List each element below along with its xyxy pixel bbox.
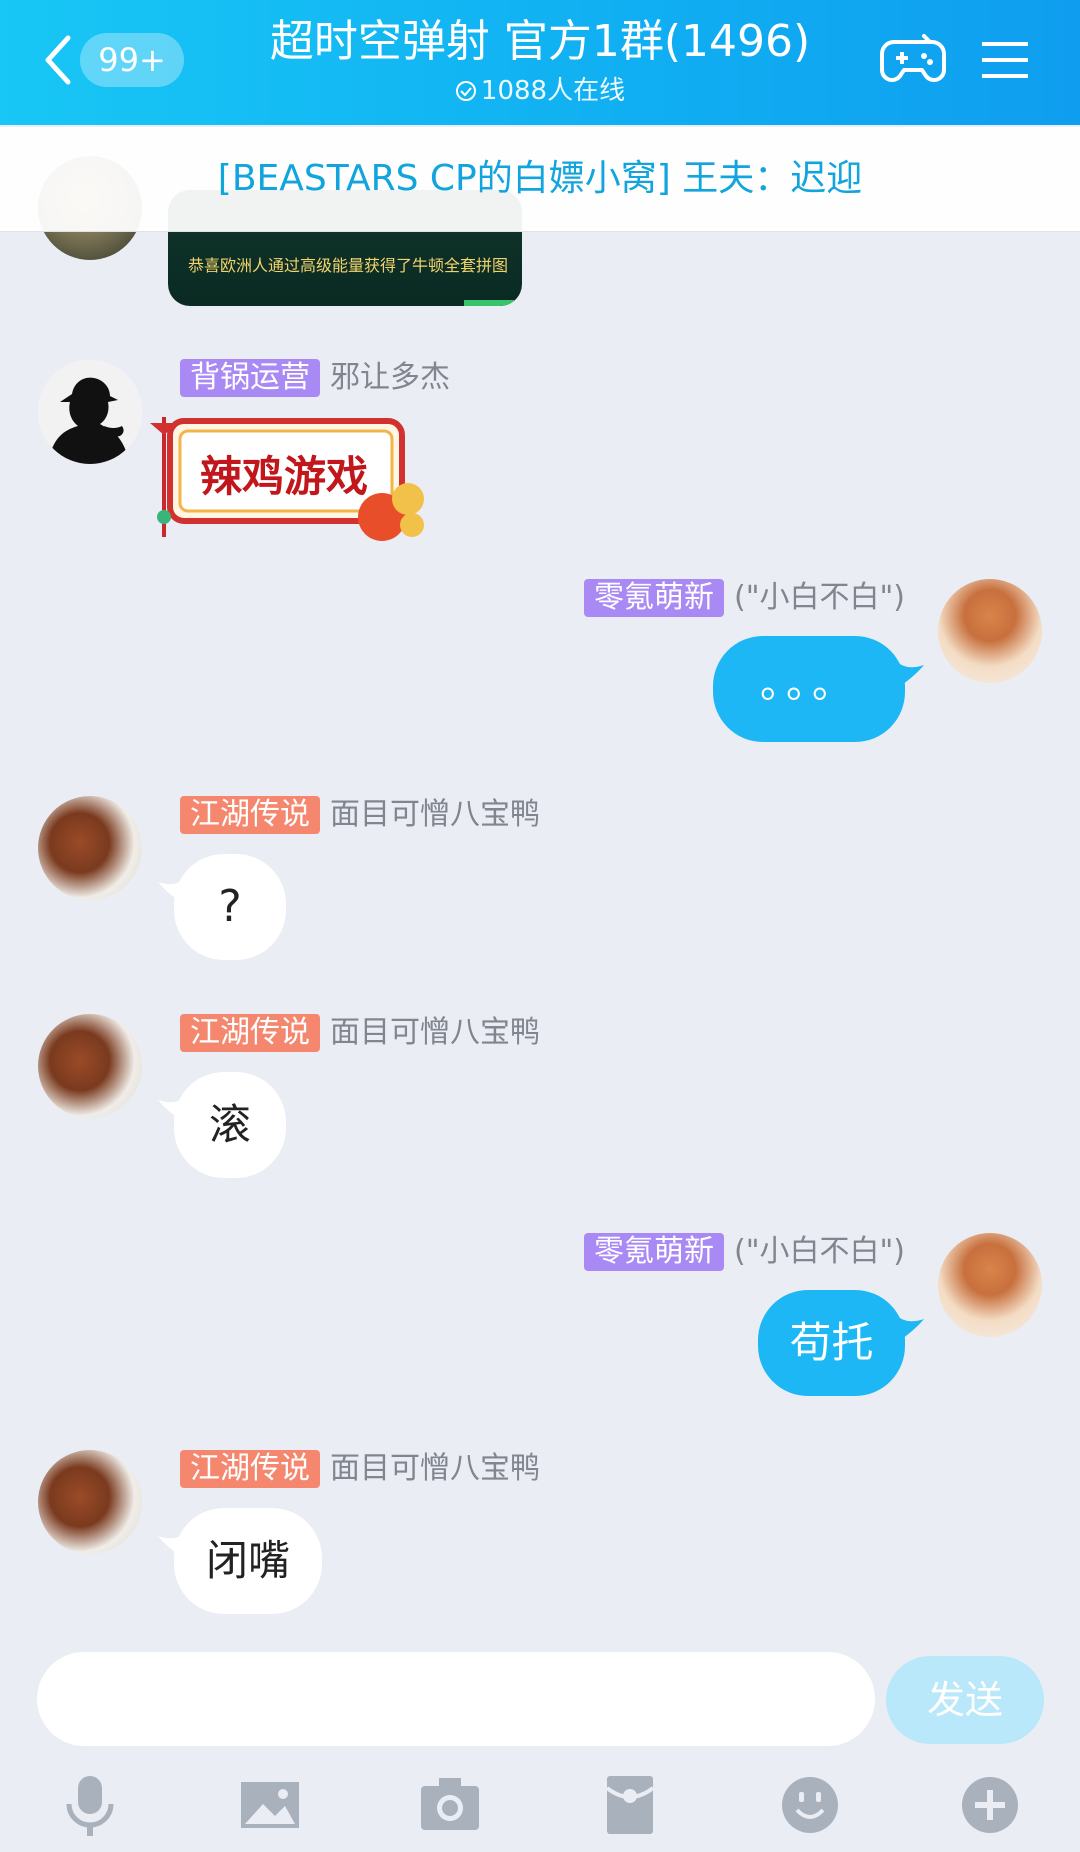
member-tag: 背锅运营 [180,359,320,397]
message-item: 背锅运营 邪让多杰 辣鸡游戏 [0,355,1080,555]
sender-name[interactable]: 邪让多杰 [330,359,450,397]
avatar[interactable] [938,1233,1042,1337]
message-bubble[interactable]: 闭嘴 [174,1508,322,1614]
member-tag: 零氪萌新 [584,1233,724,1271]
member-tag: 零氪萌新 [584,579,724,617]
microphone-icon[interactable] [55,1770,125,1840]
message-item: 零氪萌新 ("小白不白") 苟托 [0,1229,1080,1409]
sender-name[interactable]: ("小白不白") [734,1233,905,1271]
message-input[interactable] [37,1652,875,1746]
bubble-tail-icon [896,1315,924,1343]
input-area: 发送 [0,1632,1080,1852]
detective-silhouette-icon [38,360,142,464]
image-icon[interactable] [235,1770,305,1840]
message-bubble[interactable]: 苟托 [758,1290,905,1396]
avatar[interactable] [38,1450,142,1554]
sender-name[interactable]: ("小白不白") [734,579,905,617]
sticker-text: 辣鸡游戏 [200,452,369,501]
message-item: 江湖传说 面目可憎八宝鸭 ? [0,792,1080,972]
avatar[interactable] [38,1014,142,1118]
plus-icon[interactable] [955,1770,1025,1840]
emoji-icon[interactable] [775,1770,845,1840]
member-tag: 江湖传说 [180,796,320,834]
member-tag: 江湖传说 [180,1450,320,1488]
menu-icon[interactable] [982,38,1028,82]
member-tag: 江湖传说 [180,1014,320,1052]
message-item: 江湖传说 面目可憎八宝鸭 闭嘴 [0,1446,1080,1626]
sender-name[interactable]: 面目可憎八宝鸭 [330,1014,540,1052]
message-item: 江湖传说 面目可憎八宝鸭 滚 [0,1010,1080,1190]
gamepad-icon[interactable] [880,32,946,88]
chat-header: 99+ 超时空弹射 官方1群(1496) 1088人在线 [0,0,1080,125]
message-item: 零氪萌新 ("小白不白") 。。。 [0,575,1080,755]
image-highlight [464,300,514,306]
notice-text: [BEASTARS CP的白嫖小窝] 王夫：迟迎 [217,158,863,199]
message-bubble[interactable]: ? [174,854,286,960]
notice-bar[interactable]: [BEASTARS CP的白嫖小窝] 王夫：迟迎 [0,127,1080,232]
sender-name[interactable]: 面目可憎八宝鸭 [330,1450,540,1488]
avatar[interactable] [938,579,1042,683]
sender-name[interactable]: 面目可憎八宝鸭 [330,796,540,834]
sticker-message[interactable]: 辣鸡游戏 [150,417,440,547]
check-circle-icon [455,81,476,101]
avatar[interactable] [38,360,142,464]
online-count-text: 1088人在线 [480,76,626,106]
image-caption: 恭喜欧洲人通过高级能量获得了牛顿全套拼图 [188,256,509,275]
camera-icon[interactable] [415,1770,485,1840]
send-button[interactable]: 发送 [886,1656,1044,1744]
avatar[interactable] [38,796,142,900]
message-bubble[interactable]: 滚 [174,1072,286,1178]
bubble-tail-icon [896,661,924,689]
message-bubble[interactable]: 。。。 [713,636,905,742]
red-packet-icon[interactable] [595,1770,665,1840]
